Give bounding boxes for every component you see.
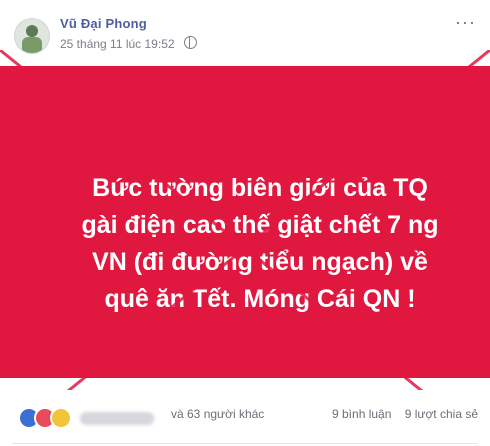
post-timestamp[interactable]: 25 tháng 11 lúc 19:52	[60, 37, 175, 51]
banner-line: VN (đi đường tiểu ngạch) về	[92, 248, 428, 276]
post-footer: và 63 người khác 9 bình luận 9 lượt chia…	[0, 390, 490, 446]
globe-icon	[183, 36, 197, 49]
post-header: Vũ Đại Phong 25 tháng 11 lúc 19:52 ···	[0, 0, 490, 66]
footer-divider	[12, 443, 478, 444]
avatar-head	[26, 25, 38, 37]
reaction-summary[interactable]	[18, 407, 154, 429]
author-avatar[interactable]	[14, 18, 50, 54]
banner-text: Bức tường biên giới của TQ gài điện cao …	[70, 170, 450, 318]
share-count[interactable]: 9 lượt chia sẻ	[405, 407, 478, 421]
avatar-body	[22, 37, 42, 53]
post-text-banner: Bức tường biên giới của TQ gài điện cao …	[0, 66, 490, 378]
banner-line: Bức tường biên giới của TQ	[92, 174, 428, 202]
banner-line: gài điện cao thế giật chết 7 ng	[81, 211, 439, 239]
engagement-counts: 9 bình luận 9 lượt chia sẻ	[322, 407, 478, 421]
blurred-names	[80, 411, 154, 425]
banner-line: quê ăn Tết. Móng Cái QN !	[104, 285, 416, 313]
author-name[interactable]: Vũ Đại Phong	[60, 16, 147, 31]
post-meta: 25 tháng 11 lúc 19:52	[60, 36, 197, 51]
haha-reaction-icon	[50, 407, 72, 429]
ellipsis-icon[interactable]: ···	[455, 12, 476, 33]
comment-count[interactable]: 9 bình luận	[332, 407, 391, 421]
reaction-count[interactable]: và 63 người khác	[171, 407, 264, 421]
facebook-post: Vũ Đại Phong 25 tháng 11 lúc 19:52 ··· B…	[0, 0, 490, 446]
